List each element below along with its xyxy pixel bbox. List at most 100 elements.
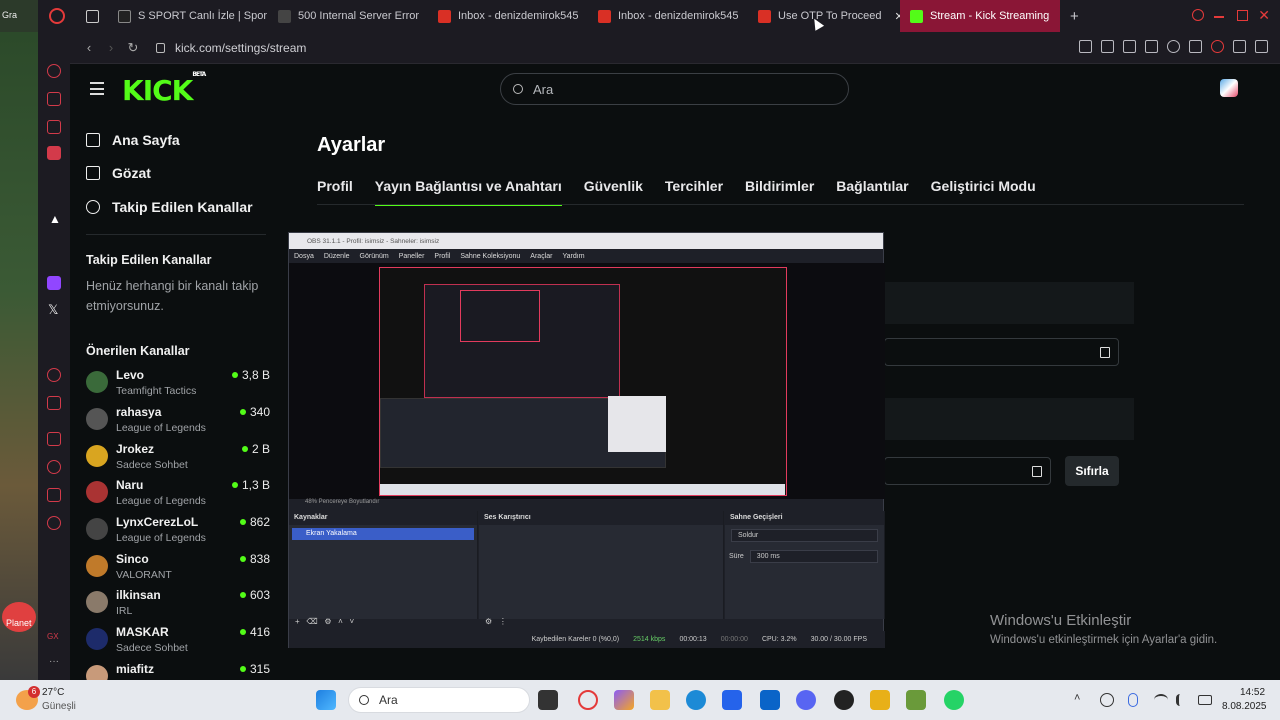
- channel-item[interactable]: rahasya League of Legends 340: [86, 405, 270, 439]
- opera-menu-button[interactable]: [38, 0, 76, 32]
- tab-kick-stream[interactable]: Stream - Kick Streaming: [900, 0, 1060, 32]
- reset-button[interactable]: Sıfırla: [1065, 456, 1119, 486]
- copy-icon[interactable]: [1032, 466, 1042, 477]
- menu-profile[interactable]: Profil: [434, 253, 450, 260]
- tab-500-error[interactable]: 500 Internal Server Error: [268, 0, 428, 32]
- tray-app-icon[interactable]: [1100, 693, 1114, 707]
- channel-item[interactable]: MASKAR Sadece Sohbet 416: [86, 625, 270, 659]
- menu-tools[interactable]: Araçlar: [530, 253, 552, 260]
- gaming-icon[interactable]: [47, 120, 61, 134]
- microphone-icon[interactable]: [1128, 693, 1138, 707]
- tab-security[interactable]: Güvenlik: [584, 178, 643, 206]
- chevron-up-icon[interactable]: ˄: [1074, 692, 1080, 704]
- wifi-icon[interactable]: [1154, 694, 1168, 706]
- obs-icon[interactable]: [834, 690, 854, 710]
- channel-item[interactable]: miafitz 315: [86, 662, 270, 680]
- menu-scene-collection[interactable]: Sahne Koleksiyonu: [460, 253, 520, 260]
- copy-icon[interactable]: [1100, 347, 1110, 358]
- obs-preview[interactable]: [289, 263, 885, 499]
- x-twitter-icon[interactable]: 𝕏: [48, 302, 58, 318]
- file-explorer-icon[interactable]: [650, 690, 670, 710]
- menu-icon[interactable]: [1255, 40, 1268, 53]
- rockstar-icon[interactable]: [870, 690, 890, 710]
- wallet-icon[interactable]: [47, 432, 61, 446]
- transition-select[interactable]: Soldur: [731, 529, 878, 542]
- search-tabs-icon[interactable]: [1192, 9, 1204, 21]
- duration-input[interactable]: 300 ms: [749, 550, 878, 563]
- outlook-icon[interactable]: [760, 690, 780, 710]
- history-icon[interactable]: [47, 460, 61, 474]
- tab-ssport[interactable]: S SPORT Canlı İzle | Spor: [108, 0, 268, 32]
- windows-start-icon[interactable]: [316, 690, 336, 710]
- hamburger-menu-icon[interactable]: [90, 82, 104, 99]
- profile-icon[interactable]: [1211, 40, 1224, 53]
- forward-icon[interactable]: ›: [100, 40, 122, 55]
- back-icon[interactable]: ‹: [78, 40, 100, 55]
- tab-stream-key[interactable]: Yayın Bağlantısı ve Anahtarı: [374, 178, 562, 206]
- tab-notifications[interactable]: Bildirimler: [745, 178, 814, 206]
- aria-assistant-icon[interactable]: ▲: [49, 212, 61, 226]
- twitch-icon[interactable]: [47, 276, 61, 290]
- menu-help[interactable]: Yardım: [562, 253, 584, 260]
- edge-icon[interactable]: [686, 690, 706, 710]
- tab-profile[interactable]: Profil: [317, 178, 353, 206]
- search-input[interactable]: Ara: [500, 73, 849, 105]
- nav-home[interactable]: Ana Sayfa: [86, 132, 180, 148]
- mixer-toolbar[interactable]: ⚙ ⋮: [485, 617, 507, 631]
- sources-toolbar[interactable]: + ⌫ ⚙ ˄ ˅: [295, 617, 354, 631]
- menu-file[interactable]: Dosya: [294, 253, 314, 260]
- maximize-icon[interactable]: [1237, 10, 1248, 21]
- channel-item[interactable]: Naru League of Legends 1,3 B: [86, 478, 270, 512]
- download-icon[interactable]: [1233, 40, 1246, 53]
- url-field[interactable]: kick.com/settings/stream: [156, 41, 306, 55]
- tab-preferences[interactable]: Tercihler: [665, 178, 723, 206]
- channel-item[interactable]: Jrokez Sadece Sohbet 2 B: [86, 442, 270, 476]
- reload-icon[interactable]: ↻: [122, 40, 144, 56]
- new-tab-button[interactable]: +: [1060, 0, 1084, 32]
- channel-item[interactable]: Levo Teamfight Tactics 3,8 B: [86, 368, 270, 402]
- pin-icon[interactable]: [1079, 40, 1092, 53]
- whatsapp-icon[interactable]: [944, 690, 964, 710]
- taskbar-search[interactable]: Ara: [348, 687, 530, 713]
- tab-tab-manager[interactable]: [76, 0, 108, 32]
- nav-following[interactable]: Takip Edilen Kanallar: [86, 199, 253, 215]
- source-item[interactable]: Ekran Yakalama: [292, 528, 474, 540]
- stream-key-field[interactable]: [884, 457, 1051, 485]
- stream-url-field[interactable]: [884, 338, 1119, 366]
- menu-docks[interactable]: Paneller: [399, 253, 425, 260]
- nav-browse[interactable]: Gözat: [86, 165, 151, 181]
- menu-edit[interactable]: Düzenle: [324, 253, 350, 260]
- channel-item[interactable]: ilkinsan IRL 603: [86, 588, 270, 622]
- aria-icon[interactable]: [47, 64, 61, 78]
- channel-item[interactable]: LynxCerezLoL League of Legends 862: [86, 515, 270, 549]
- minimize-icon[interactable]: [1214, 16, 1224, 18]
- play-icon[interactable]: [1145, 40, 1158, 53]
- tab-gmail-2[interactable]: Inbox - denizdemirok545: [588, 0, 748, 32]
- tab-connections[interactable]: Bağlantılar: [836, 178, 908, 206]
- more-icon[interactable]: ···: [49, 656, 59, 667]
- app-v-icon[interactable]: [906, 690, 926, 710]
- volume-icon[interactable]: [1176, 694, 1188, 706]
- battery-icon[interactable]: [1198, 695, 1212, 705]
- adblock-icon[interactable]: [1123, 40, 1136, 53]
- clock-time[interactable]: 14:52: [1240, 687, 1265, 698]
- task-view-icon[interactable]: [538, 690, 558, 710]
- pinboards-icon[interactable]: [47, 396, 61, 410]
- player-icon[interactable]: [47, 368, 61, 382]
- gx-icon[interactable]: GX: [47, 632, 59, 641]
- messenger-icon[interactable]: [47, 146, 61, 160]
- tab-otp[interactable]: Use OTP To Proceed ✕: [748, 0, 900, 32]
- opera-gx-icon[interactable]: [578, 690, 598, 710]
- clock-date[interactable]: 8.08.2025: [1222, 701, 1267, 712]
- discord-icon[interactable]: [796, 690, 816, 710]
- tab-gmail-1[interactable]: Inbox - denizdemirok545: [428, 0, 588, 32]
- extensions-icon[interactable]: [47, 488, 61, 502]
- close-window-icon[interactable]: ✕: [1258, 7, 1270, 24]
- user-avatar[interactable]: [1220, 79, 1238, 97]
- kick-logo[interactable]: KICKBETA: [122, 71, 206, 107]
- tab-developer[interactable]: Geliştirici Modu: [931, 178, 1036, 206]
- copilot-icon[interactable]: [614, 690, 634, 710]
- snapshot-icon[interactable]: [1101, 40, 1114, 53]
- extensions-puzzle-icon[interactable]: [1189, 40, 1202, 53]
- shopping-icon[interactable]: [47, 92, 61, 106]
